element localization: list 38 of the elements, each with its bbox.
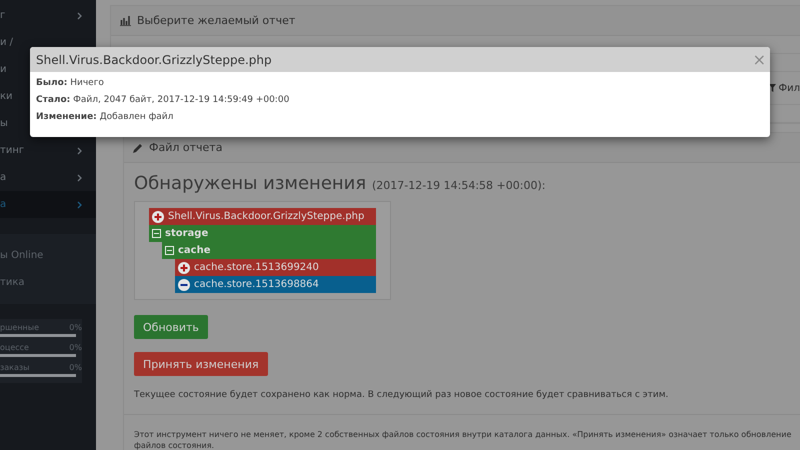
bar-chart-icon	[120, 16, 131, 26]
tree-row[interactable]: cache.store.1513699240	[175, 259, 376, 276]
tree-row[interactable]: Shell.Virus.Backdoor.GrizzlySteppe.php	[149, 208, 376, 225]
collapse-icon	[165, 246, 174, 255]
refresh-button[interactable]: Обновить	[134, 315, 208, 339]
sidebar-item[interactable]: а	[0, 191, 96, 218]
info-text: Этот инструмент ничего не меняет, кроме 2 собственных файлов состояния внутри каталога данных. «Принять изменения» означает только обновление файлов состояния.	[134, 429, 792, 450]
note-text: Текущее состояние будет сохранено как норма. В следующий раз новое состояние будет сравниваться с этим.	[134, 390, 670, 400]
progress-label: оцессе	[0, 343, 29, 352]
progress-label: заказы	[0, 363, 30, 372]
detail-line: Изменение: Добавлен файл	[36, 112, 174, 122]
minus-circle-icon	[178, 278, 190, 290]
sidebar-link[interactable]: тика	[0, 269, 96, 296]
progress-value: 0%	[69, 363, 82, 372]
plus-circle-icon	[178, 262, 190, 274]
progress-label: ршенные	[0, 323, 40, 332]
accept-button[interactable]: Принять изменения	[134, 352, 268, 376]
sidebar-link[interactable]: ы Online	[0, 242, 96, 269]
close-button[interactable]: ×	[748, 50, 770, 69]
progress-value: 0%	[69, 323, 82, 332]
detail-line: Стало: Файл, 2047 байт, 2017-12-19 14:59:49 +00:00	[36, 95, 290, 105]
sidebar-item[interactable]: а	[0, 164, 96, 191]
tree-row[interactable]: cache	[162, 242, 376, 259]
tree-row[interactable]: storage	[149, 225, 376, 242]
sidebar-item[interactable]: г	[0, 2, 96, 29]
timestamp: (2017-12-19 14:54:58 +00:00):	[372, 179, 546, 192]
collapse-icon	[152, 229, 161, 238]
heading: Обнаружены изменения	[134, 173, 366, 194]
progress-value: 0%	[69, 343, 82, 352]
panel-title: Файл отчета	[149, 141, 222, 154]
sidebar-item[interactable]: тинг	[0, 137, 96, 164]
pencil-icon	[133, 142, 143, 152]
filter-button[interactable]: Фил	[764, 82, 800, 94]
tree-row[interactable]: cache.store.1513698864	[175, 276, 376, 293]
plus-circle-icon	[152, 210, 164, 222]
detail-line: Было: Ничего	[36, 78, 105, 88]
modal-title: Shell.Virus.Backdoor.GrizzlySteppe.php	[36, 52, 272, 66]
panel-title: Выберите желаемый отчет	[137, 14, 296, 27]
